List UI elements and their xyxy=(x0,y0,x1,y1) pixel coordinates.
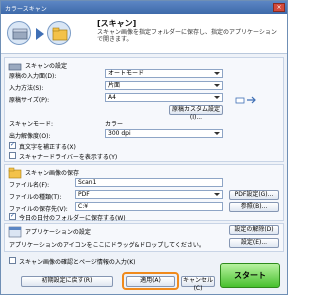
scan-dialog-window: カラースキャン × [スキャン] スキャン画像を指定フォルダーに保存し、指定のア… xyxy=(0,0,288,295)
confirm-scan-label: スキャン画像の確認とページ情報の入力(K) xyxy=(19,259,136,266)
paper-size-label: 原稿サイズ(P): xyxy=(9,97,50,104)
show-driver-checkbox[interactable] xyxy=(9,152,16,159)
save-settings-title: スキャン画像の保存 xyxy=(25,170,80,177)
flow-arrow-icon xyxy=(36,28,44,40)
folder-icon xyxy=(47,21,71,45)
filetype-select[interactable]: PDF xyxy=(75,190,223,199)
resolution-label: 出力解像度(O): xyxy=(9,133,51,140)
input-method-value: オートモード xyxy=(108,70,145,77)
reset-defaults-button[interactable]: 初期設定に戻す(R) xyxy=(21,276,113,287)
deskew-checkbox[interactable] xyxy=(9,141,16,149)
input-side-value: 片面 xyxy=(108,82,121,89)
save-folder-icon xyxy=(8,167,22,179)
app-settings-title: アプリケーションの設定 xyxy=(25,229,91,236)
custom-size-button[interactable]: 原稿カスタム設定(I)... xyxy=(169,105,223,121)
scanner-icon xyxy=(7,21,31,45)
filename-label: ファイル名(F): xyxy=(9,182,50,189)
filetype-label: ファイルの種類(T): xyxy=(9,194,62,201)
scan-settings-title: スキャンの設定 xyxy=(25,63,68,70)
start-button[interactable]: スタート xyxy=(220,263,280,288)
chevron-down-icon xyxy=(214,72,220,75)
app-drop-instruction: アプリケーションのアイコンをここにドラッグ&ドロップしてください。 xyxy=(9,242,205,249)
dialog-header: [スキャン] スキャン画像を指定フォルダーに保存し、指定のアプリケーションで開き… xyxy=(1,14,287,54)
show-driver-label: スキャナードライバーを表示する(Y) xyxy=(19,154,118,161)
title-bar[interactable]: カラースキャン × xyxy=(1,1,287,14)
chevron-down-icon xyxy=(214,193,220,196)
close-button[interactable]: × xyxy=(273,3,285,12)
paper-size-value: A4 xyxy=(108,94,116,101)
pdf-settings-button[interactable]: PDF設定(G)... xyxy=(229,190,279,200)
header-title: [スキャン] xyxy=(97,19,137,28)
save-location-label: ファイルの保存先(V): xyxy=(9,206,68,213)
paper-size-select[interactable]: A4 xyxy=(105,93,223,102)
resolution-select[interactable]: 300 dpi xyxy=(105,129,223,138)
save-location-input[interactable]: C:¥ xyxy=(75,202,223,211)
chevron-down-icon xyxy=(214,96,220,99)
input-side-label: 入力方法(S): xyxy=(9,85,44,92)
confirm-scan-checkbox[interactable] xyxy=(9,257,16,264)
filename-input[interactable]: Scan1 xyxy=(75,178,223,187)
chevron-down-icon xyxy=(214,84,220,87)
input-method-label: 原稿の入力面(D): xyxy=(9,73,57,80)
application-icon xyxy=(8,226,22,238)
input-side-select[interactable]: 片面 xyxy=(105,81,223,90)
app-settings-button[interactable]: 設定(E)... xyxy=(229,238,279,248)
filetype-value: PDF xyxy=(78,191,90,198)
cancel-button[interactable]: キャンセル(C) xyxy=(181,276,215,292)
deskew-label: 真文字を補正する(X) xyxy=(19,144,76,151)
folder-graphic xyxy=(52,27,68,41)
date-subfolder-checkbox[interactable] xyxy=(9,212,16,220)
browse-button[interactable]: 参照(B)... xyxy=(229,202,279,212)
input-method-select[interactable]: オートモード xyxy=(105,69,223,78)
resolution-value: 300 dpi xyxy=(108,130,131,137)
scanner-graphic xyxy=(12,28,28,40)
release-settings-button[interactable]: 設定の解除(D) xyxy=(229,225,279,235)
header-description: スキャン画像を指定フォルダーに保存し、指定のアプリケーションで開きます。 xyxy=(97,29,277,43)
date-subfolder-label: 今日の日付のフォルダーに保存する(W) xyxy=(19,215,126,222)
apply-button[interactable]: 適用(A) xyxy=(126,276,175,287)
paper-orientation-icon xyxy=(235,96,256,104)
scan-mode-value: カラー xyxy=(105,121,124,128)
window-title: カラースキャン xyxy=(5,6,47,13)
scan-mode-label: スキャンモード: xyxy=(9,121,54,128)
chevron-down-icon xyxy=(214,132,220,135)
